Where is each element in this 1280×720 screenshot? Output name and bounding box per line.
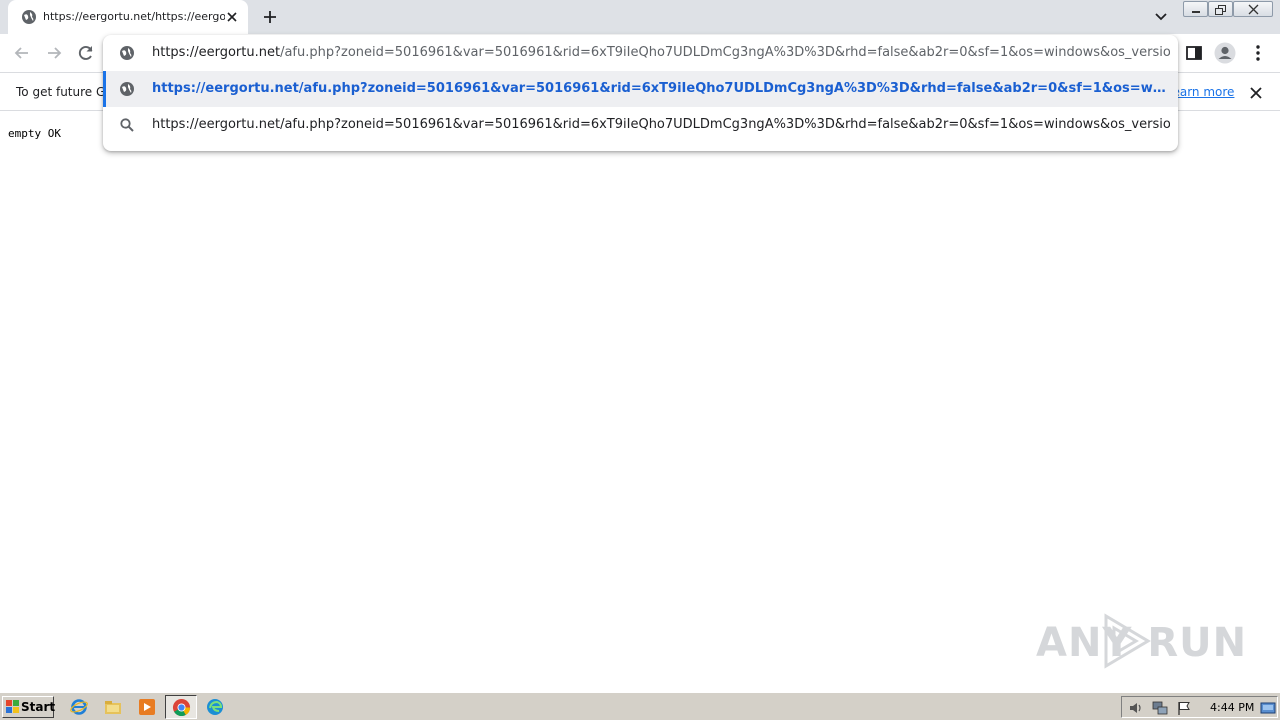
tab-strip: https://eergortu.net/https://eergortu.ne… xyxy=(0,0,1280,34)
suggestion-text: https://eergortu.net/afu.php?zoneid=5016… xyxy=(152,81,1170,96)
suggestion-text: https://eergortu.net/afu.php?zoneid=5016… xyxy=(152,117,1170,132)
reload-icon[interactable] xyxy=(76,43,96,63)
taskbar: Start 4:44 PM xyxy=(0,692,1280,720)
globe-icon xyxy=(22,10,36,24)
tab-active[interactable]: https://eergortu.net/https://eergortu.ne… xyxy=(8,0,248,34)
menu-kebab-icon[interactable] xyxy=(1248,43,1268,63)
side-panel-icon[interactable] xyxy=(1184,43,1204,63)
windows-logo-icon xyxy=(6,700,19,713)
volume-icon[interactable] xyxy=(1128,700,1144,716)
show-desktop-icon[interactable] xyxy=(1260,700,1276,716)
search-icon xyxy=(120,118,134,132)
start-button[interactable]: Start xyxy=(2,696,56,718)
media-player-icon[interactable] xyxy=(138,698,156,716)
close-window-button[interactable] xyxy=(1233,1,1273,17)
omnibox-dropdown: https://eergortu.net/afu.php?zoneid=5016… xyxy=(103,35,1178,151)
omnibox-url-host: https://eergortu.net xyxy=(152,45,281,60)
close-icon[interactable] xyxy=(224,9,240,25)
page-body-text: empty OK xyxy=(8,127,61,140)
minimize-button[interactable] xyxy=(1183,1,1208,17)
back-icon[interactable] xyxy=(12,43,32,63)
watermark-text: ANY RUN xyxy=(1036,620,1248,666)
system-tray: 4:44 PM xyxy=(1121,696,1278,718)
globe-icon xyxy=(120,82,134,96)
start-label: Start xyxy=(21,700,56,714)
forward-icon[interactable] xyxy=(44,43,64,63)
network-icon[interactable] xyxy=(1152,700,1168,716)
profile-avatar-icon[interactable] xyxy=(1214,42,1236,64)
edge-icon[interactable] xyxy=(206,698,224,716)
new-tab-icon[interactable] xyxy=(261,8,279,26)
file-explorer-icon[interactable] xyxy=(104,698,122,716)
suggestion-item[interactable]: https://eergortu.net/afu.php?zoneid=5016… xyxy=(103,71,1178,107)
close-icon[interactable] xyxy=(1248,85,1264,101)
internet-explorer-icon[interactable] xyxy=(70,698,88,716)
omnibox-input[interactable]: https://eergortu.net/afu.php?zoneid=5016… xyxy=(103,35,1178,71)
omnibox-url-path: /afu.php?zoneid=5016961&var=5016961&rid=… xyxy=(280,45,1170,60)
infobar-text: To get future G xyxy=(16,85,106,99)
clock: 4:44 PM xyxy=(1210,701,1255,714)
anyrun-watermark: ANY RUN xyxy=(1036,606,1248,676)
close-icon xyxy=(1248,4,1259,15)
flag-icon[interactable] xyxy=(1176,700,1192,716)
taskbar-chrome-active[interactable] xyxy=(165,695,197,719)
omnibox-url: https://eergortu.net/afu.php?zoneid=5016… xyxy=(152,45,1170,60)
tab-title: https://eergortu.net/https://eergortu.ne… xyxy=(43,10,225,23)
globe-icon xyxy=(120,46,134,60)
restore-button[interactable] xyxy=(1208,1,1233,17)
chrome-icon xyxy=(172,698,191,717)
suggestion-item[interactable]: https://eergortu.net/afu.php?zoneid=5016… xyxy=(103,107,1178,143)
chevron-down-icon[interactable] xyxy=(1152,9,1170,25)
